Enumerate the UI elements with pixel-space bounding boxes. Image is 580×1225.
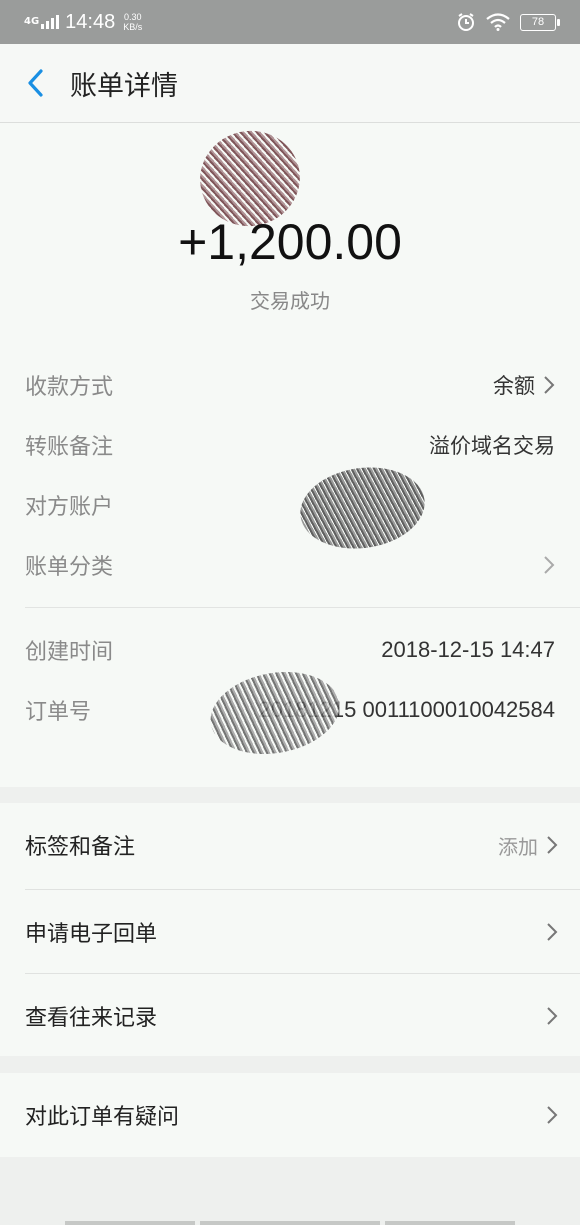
transfer-memo-label: 转账备注 — [25, 435, 114, 460]
order-question-chevron — [546, 1105, 558, 1125]
chevron-left-icon — [28, 69, 43, 97]
bill-category-row[interactable]: 账单分类 — [25, 545, 555, 585]
chevron-right-icon — [547, 1007, 558, 1025]
status-bar: 4G 14:48 0.30 KB/s 78 — [0, 0, 580, 44]
add-tag-button[interactable]: 添加 — [498, 831, 558, 860]
navigation-bar: 账单详情 — [0, 44, 580, 123]
network-type: 4G — [24, 16, 40, 27]
payment-method-text: 余额 — [493, 374, 535, 398]
order-number-label: 订单号 — [25, 700, 92, 725]
section-divider — [25, 607, 580, 608]
e-receipt-label: 申请电子回单 — [25, 922, 158, 947]
bottom-bar-segment — [65, 1221, 195, 1225]
bottom-bar-segment — [385, 1221, 515, 1225]
created-time-label: 创建时间 — [25, 640, 114, 665]
help-group: 对此订单有疑问 — [0, 1073, 580, 1157]
options-group: 标签和备注 添加 申请电子回单 查看往来记录 — [0, 803, 580, 1056]
transaction-history-chevron — [546, 1006, 558, 1026]
created-time-row: 创建时间 2018-12-15 14:47 — [25, 630, 555, 670]
network-speed-unit: KB/s — [123, 22, 143, 32]
transfer-memo-row: 转账备注 溢价域名交易 — [25, 425, 555, 465]
chevron-right-icon — [544, 556, 555, 574]
signal-icon — [41, 15, 60, 29]
counterparty-label: 对方账户 — [25, 495, 114, 520]
payment-method-label: 收款方式 — [25, 375, 114, 400]
redacted-counterparty — [295, 459, 430, 557]
battery-icon: 78 — [520, 13, 560, 31]
clock: 14:48 — [65, 10, 116, 33]
order-question-label: 对此订单有疑问 — [25, 1105, 180, 1130]
transaction-history-item[interactable]: 查看往来记录 — [0, 974, 580, 1058]
bill-category-label: 账单分类 — [25, 555, 114, 580]
payment-method-row[interactable]: 收款方式 余额 — [25, 365, 555, 405]
payment-method-value: 余额 — [493, 370, 555, 400]
tags-and-notes-label: 标签和备注 — [25, 835, 136, 860]
transfer-memo-value: 溢价域名交易 — [429, 434, 555, 458]
created-time-value: 2018-12-15 14:47 — [381, 637, 555, 662]
e-receipt-item[interactable]: 申请电子回单 — [0, 890, 580, 974]
e-receipt-chevron — [546, 922, 558, 942]
transaction-amount: +1,200.00 — [178, 214, 402, 270]
transaction-history-label: 查看往来记录 — [25, 1006, 158, 1031]
bill-detail-card: +1,200.00 交易成功 收款方式 余额 转账备注 溢价域名交易 对方账户 … — [0, 121, 580, 787]
alarm-icon — [458, 13, 474, 31]
redacted-order-number — [204, 662, 346, 764]
order-question-item[interactable]: 对此订单有疑问 — [0, 1073, 580, 1157]
bill-category-value — [535, 555, 555, 575]
page-title: 账单详情 — [70, 70, 178, 102]
bottom-bar-segment — [200, 1221, 380, 1225]
chevron-right-icon — [547, 923, 558, 941]
add-tag-label: 添加 — [498, 834, 538, 859]
chevron-right-icon — [547, 1106, 558, 1124]
tags-and-notes-item[interactable]: 标签和备注 添加 — [0, 803, 580, 887]
network-speed: 0.30 KB/s — [123, 12, 142, 32]
counterparty-row: 对方账户 — [25, 485, 555, 525]
chevron-right-icon — [544, 376, 555, 394]
wifi-icon — [486, 13, 510, 31]
chevron-right-icon — [547, 836, 558, 854]
back-button[interactable] — [6, 44, 66, 122]
transaction-status: 交易成功 — [250, 289, 330, 313]
network-speed-value: 0.30 — [123, 12, 142, 22]
